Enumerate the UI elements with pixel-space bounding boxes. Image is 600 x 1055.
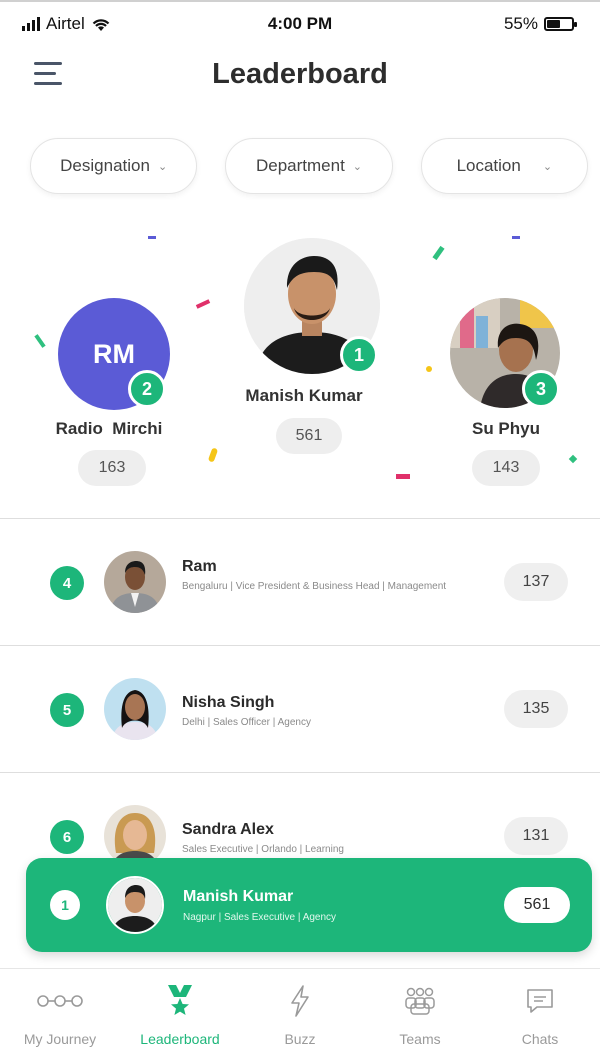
filter-label: Location <box>456 156 521 175</box>
nav-label: Chats <box>521 1031 559 1047</box>
confetti <box>396 474 410 479</box>
current-user-score: 561 <box>504 887 570 923</box>
person-icon <box>108 878 162 932</box>
battery-percent: 55% <box>503 14 538 33</box>
nav-buzz[interactable]: Buzz <box>240 969 360 1055</box>
status-bar: Airtel 4:00 PM 55% <box>0 0 600 46</box>
rank-badge: 1 <box>50 890 80 920</box>
nav-my-journey[interactable]: My Journey <box>0 969 120 1055</box>
list-item-score: 135 <box>504 690 568 728</box>
ranking-list: 4 Ram Bengaluru | Vice President & Busin… <box>0 518 600 899</box>
podium-score-first: 561 <box>276 418 342 454</box>
avatar-initials: RM <box>93 338 135 369</box>
rank-badge: 4 <box>50 566 84 600</box>
podium-name-third: Su Phyu <box>471 419 540 438</box>
team-icon <box>403 983 437 1019</box>
list-item-meta: Delhi | Sales Officer | Agency <box>182 717 311 728</box>
podium-score-third: 143 <box>472 450 540 486</box>
status-right: 55% <box>503 14 577 34</box>
header: Leaderboard <box>0 46 600 106</box>
chevron-down-icon: ⌄ <box>352 160 363 173</box>
current-user-name: Manish Kumar <box>183 888 294 905</box>
status-time: 4:00 PM <box>267 14 333 33</box>
lightning-icon <box>288 983 312 1019</box>
podium-name-second: Radio Mirchi <box>55 419 163 438</box>
rank-badge-third: 3 <box>522 370 560 408</box>
journey-icon <box>36 983 84 1019</box>
person-icon <box>104 551 166 613</box>
nav-leaderboard[interactable]: Leaderboard <box>120 969 240 1055</box>
podium-name-first: Manish Kumar <box>245 386 363 405</box>
status-left: Airtel <box>22 14 111 34</box>
nav-teams[interactable]: Teams <box>360 969 480 1055</box>
confetti <box>568 454 578 464</box>
filter-bar: Designation ⌄ Department ⌄ Location ⌄ <box>30 138 588 194</box>
location-filter[interactable]: Location ⌄ <box>420 138 588 194</box>
nav-label: Buzz <box>284 1031 316 1047</box>
confetti <box>195 299 211 309</box>
trophy-icon <box>166 983 194 1019</box>
list-item[interactable]: 4 Ram Bengaluru | Vice President & Busin… <box>0 518 600 645</box>
rank-badge-second: 2 <box>128 370 166 408</box>
designation-filter[interactable]: Designation ⌄ <box>30 138 198 194</box>
list-item-name: Nisha Singh <box>182 694 275 711</box>
rank-badge: 5 <box>50 693 84 727</box>
filter-label: Designation <box>60 156 150 175</box>
nav-chats[interactable]: Chats <box>480 969 600 1055</box>
list-item-score: 137 <box>504 563 568 601</box>
page-title: Leaderboard <box>212 58 388 90</box>
list-item[interactable]: 5 Nisha Singh Delhi | Sales Officer | Ag… <box>0 645 600 772</box>
person-icon <box>104 678 166 740</box>
confetti <box>432 245 445 261</box>
carrier-label: Airtel <box>46 14 85 33</box>
confetti <box>512 236 520 239</box>
avatar <box>104 678 166 740</box>
rank-badge: 6 <box>50 820 84 854</box>
chevron-down-icon: ⌄ <box>542 160 553 173</box>
avatar <box>106 876 164 934</box>
list-item-meta: Sales Executive | Orlando | Learning <box>182 844 344 855</box>
confetti <box>426 366 432 372</box>
current-user-card[interactable]: 1 Manish Kumar Nagpur | Sales Executive … <box>26 858 592 952</box>
list-item-name: Sandra Alex <box>182 821 274 838</box>
nav-label: Leaderboard <box>140 1031 220 1047</box>
battery-icon <box>544 17 577 31</box>
list-item-name: Ram <box>182 558 217 575</box>
signal-icon <box>22 17 40 31</box>
confetti <box>148 236 156 239</box>
rank-badge-first: 1 <box>340 336 378 374</box>
department-filter[interactable]: Department ⌄ <box>225 138 393 194</box>
podium-score-second: 163 <box>78 450 146 486</box>
wifi-icon <box>92 19 110 31</box>
chat-icon <box>525 983 555 1019</box>
avatar <box>104 551 166 613</box>
filter-label: Department <box>255 156 345 175</box>
confetti <box>207 447 219 463</box>
bottom-nav: My Journey Leaderboard Buzz Teams Chats <box>0 968 600 1055</box>
nav-label: My Journey <box>23 1031 97 1047</box>
confetti <box>34 334 46 348</box>
current-user-meta: Nagpur | Sales Executive | Agency <box>183 912 337 923</box>
list-item-meta: Bengaluru | Vice President & Business He… <box>182 581 447 592</box>
chevron-down-icon: ⌄ <box>157 160 168 173</box>
nav-label: Teams <box>399 1031 441 1047</box>
list-item-score: 131 <box>504 817 568 855</box>
podium: 1 Manish Kumar 561 RM 2 Radio Mirchi 163… <box>0 210 600 518</box>
